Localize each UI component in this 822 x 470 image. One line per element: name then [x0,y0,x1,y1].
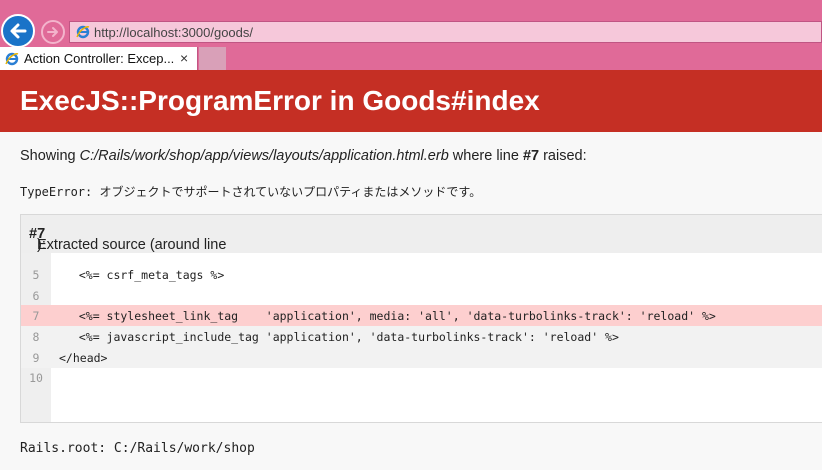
error-text: オブジェクトでサポートされていないプロパティまたはメソッドです。 [99,185,482,199]
address-bar[interactable]: http://localhost:3000/goods/ [69,21,822,43]
code-line: 6 [21,285,822,306]
error-header: ExecJS::ProgramError in Goods#index [0,70,822,132]
code-line: 9 </head> [21,347,822,368]
showing-prefix: Showing [20,148,80,164]
code-text: <%= csrf_meta_tags %> [65,268,225,282]
code-text: </head> [59,351,108,365]
code-line-highlighted: 7 <%= stylesheet_link_tag 'application',… [21,305,822,326]
line-number: 9 [32,351,40,365]
code-text: <%= stylesheet_link_tag 'application', m… [65,309,716,323]
back-button[interactable] [1,14,35,48]
line-number: 10 [29,371,43,385]
rails-root: Rails.root: C:/Rails/work/shop [20,441,255,456]
new-tab-button[interactable] [199,47,226,70]
ie-favicon-icon [5,52,19,66]
line-number: 8 [32,330,40,344]
close-tab-icon[interactable]: × [180,50,188,66]
extracted-source: Extracted source (around line #7): 5 <%=… [20,214,822,423]
template-info: Showing C:/Rails/work/shop/app/views/lay… [20,148,587,164]
line-number: 7 [32,309,40,323]
ie-logo-icon [76,25,90,39]
where-line-text: where line [448,148,523,164]
tab-action-controller[interactable]: Action Controller: Excep... × [0,47,198,70]
extracted-prefix: Extracted source (around line [37,237,227,253]
arrow-left-icon [10,23,27,39]
source-header: Extracted source (around line #7): [21,215,822,253]
code-line: 5 <%= csrf_meta_tags %> [21,264,822,285]
error-message: TypeError: オブジェクトでサポートされていないプロパティまたはメソッド… [20,183,481,200]
raised-text: raised: [539,148,587,164]
address-url[interactable]: http://localhost:3000/goods/ [94,25,253,40]
code-line: 8 <%= javascript_include_tag 'applicatio… [21,326,822,347]
code-line: 10 [21,367,822,388]
extracted-suffix: ): [37,237,46,253]
line-number: 6 [32,289,40,303]
source-header-label: Extracted source (around line #7): [29,226,226,253]
code-text: <%= javascript_include_tag 'application'… [65,330,619,344]
tab-strip: Action Controller: Excep... × [0,47,822,70]
line-number: #7 [522,148,540,164]
browser-toolbar: http://localhost:3000/goods/ [0,0,822,48]
arrow-right-icon [47,27,58,37]
error-type: TypeError: [20,185,93,199]
tab-label: Action Controller: Excep... [24,51,175,66]
forward-button[interactable] [41,20,65,44]
template-path: C:/Rails/work/shop/app/views/layouts/app… [79,148,449,164]
line-number: 5 [32,268,40,282]
page-title: ExecJS::ProgramError in Goods#index [20,85,540,116]
